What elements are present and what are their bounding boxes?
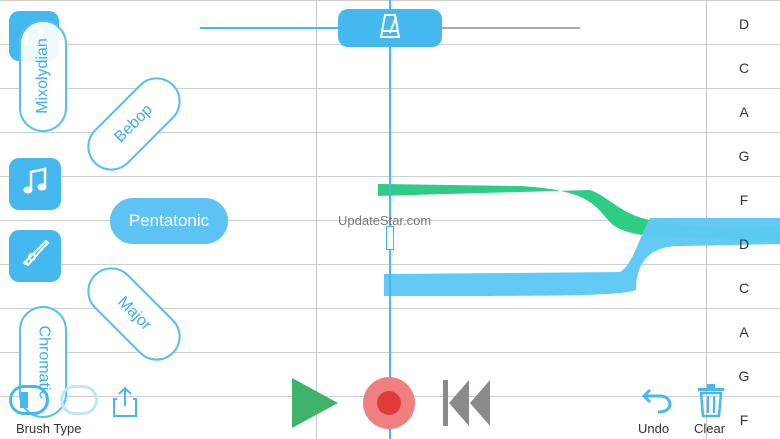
trash-icon bbox=[697, 384, 725, 422]
undo-icon bbox=[641, 388, 672, 418]
scale-pentatonic[interactable]: Pentatonic bbox=[110, 198, 228, 244]
metronome-icon bbox=[379, 13, 401, 44]
rewind-icon bbox=[443, 380, 491, 432]
note-label: F bbox=[739, 192, 749, 208]
music-button[interactable] bbox=[9, 158, 61, 210]
clear-button[interactable] bbox=[697, 384, 725, 423]
brush-type-toggle[interactable] bbox=[9, 385, 49, 415]
tempo-slider-thumb[interactable] bbox=[338, 9, 442, 47]
playhead-handle[interactable] bbox=[386, 226, 394, 250]
note-label: C bbox=[738, 60, 750, 76]
scale-mixolydian[interactable]: Mixolydian bbox=[19, 20, 67, 132]
music-note-icon bbox=[20, 166, 50, 203]
record-icon bbox=[377, 391, 401, 415]
scale-mixolydian-label: Mixolydian bbox=[34, 38, 51, 114]
record-button[interactable] bbox=[363, 377, 415, 429]
instrument-button[interactable] bbox=[9, 230, 61, 282]
note-label: C bbox=[738, 280, 750, 296]
clear-label: Clear bbox=[694, 421, 726, 436]
note-label: G bbox=[738, 368, 750, 384]
note-label: G bbox=[738, 148, 750, 164]
rewind-button[interactable] bbox=[443, 378, 491, 433]
note-label: D bbox=[738, 236, 750, 252]
scale-pentatonic-label: Pentatonic bbox=[128, 211, 210, 230]
undo-label: Undo bbox=[638, 421, 670, 436]
note-label: A bbox=[739, 104, 749, 120]
brush-type-label: Brush Type bbox=[16, 421, 82, 436]
trumpet-icon bbox=[18, 237, 52, 276]
play-icon bbox=[290, 378, 340, 434]
watermark-text: UpdateStar.com bbox=[338, 213, 432, 228]
brush-icon bbox=[20, 392, 28, 408]
note-label: A bbox=[739, 324, 749, 340]
brush-type-alt[interactable] bbox=[60, 385, 98, 415]
note-label: D bbox=[738, 16, 750, 32]
play-button[interactable] bbox=[290, 376, 340, 435]
share-button[interactable] bbox=[112, 386, 138, 423]
share-icon bbox=[112, 386, 138, 422]
scale-bebop-label: Bebop bbox=[111, 101, 157, 147]
undo-button[interactable] bbox=[641, 386, 672, 419]
scale-major-label: Major bbox=[114, 293, 155, 334]
